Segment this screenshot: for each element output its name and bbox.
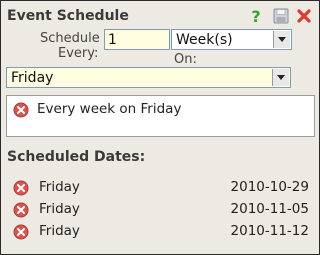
- scheduled-day: Friday: [39, 179, 80, 195]
- scheduled-date: 2010-11-12: [230, 223, 309, 239]
- schedule-label: Schedule: [40, 31, 100, 46]
- schedule-summary-box: Every week on Friday: [6, 95, 315, 137]
- close-button[interactable]: [295, 9, 313, 27]
- delete-icon[interactable]: [13, 202, 29, 222]
- floppy-disk-icon: [273, 8, 289, 28]
- save-button[interactable]: [272, 8, 290, 28]
- scheduled-dates-heading: Scheduled Dates:: [7, 149, 146, 165]
- chevron-down-icon[interactable]: [272, 69, 289, 86]
- day-select[interactable]: Friday: [6, 67, 291, 88]
- scheduled-date-row: Friday 2010-11-05: [1, 200, 319, 220]
- day-value: Friday: [11, 70, 54, 86]
- delete-icon[interactable]: [13, 224, 29, 244]
- interval-unit-select[interactable]: Week(s): [171, 29, 292, 50]
- scheduled-day: Friday: [39, 223, 80, 239]
- window-title: Event Schedule: [7, 8, 129, 24]
- every-label: Every:: [58, 46, 99, 61]
- scheduled-day: Friday: [39, 201, 80, 217]
- red-x-icon: [296, 8, 312, 28]
- scheduled-date-row: Friday 2010-11-12: [1, 222, 319, 242]
- delete-icon[interactable]: [13, 102, 29, 122]
- delete-icon[interactable]: [13, 180, 29, 200]
- help-button[interactable]: ?: [247, 7, 265, 28]
- svg-text:?: ?: [251, 8, 260, 24]
- interval-unit-value: Week(s): [176, 32, 233, 48]
- scheduled-date: 2010-10-29: [230, 179, 309, 195]
- on-label: On:: [174, 52, 197, 67]
- question-mark-icon: ?: [248, 7, 264, 28]
- event-schedule-window: Event Schedule ? Schedule Every: Week(s): [0, 0, 320, 255]
- scheduled-date-row: Friday 2010-10-29: [1, 178, 319, 198]
- scheduled-date: 2010-11-05: [230, 201, 309, 217]
- summary-text: Every week on Friday: [37, 101, 182, 117]
- chevron-down-icon[interactable]: [273, 31, 290, 48]
- interval-input[interactable]: [104, 29, 170, 50]
